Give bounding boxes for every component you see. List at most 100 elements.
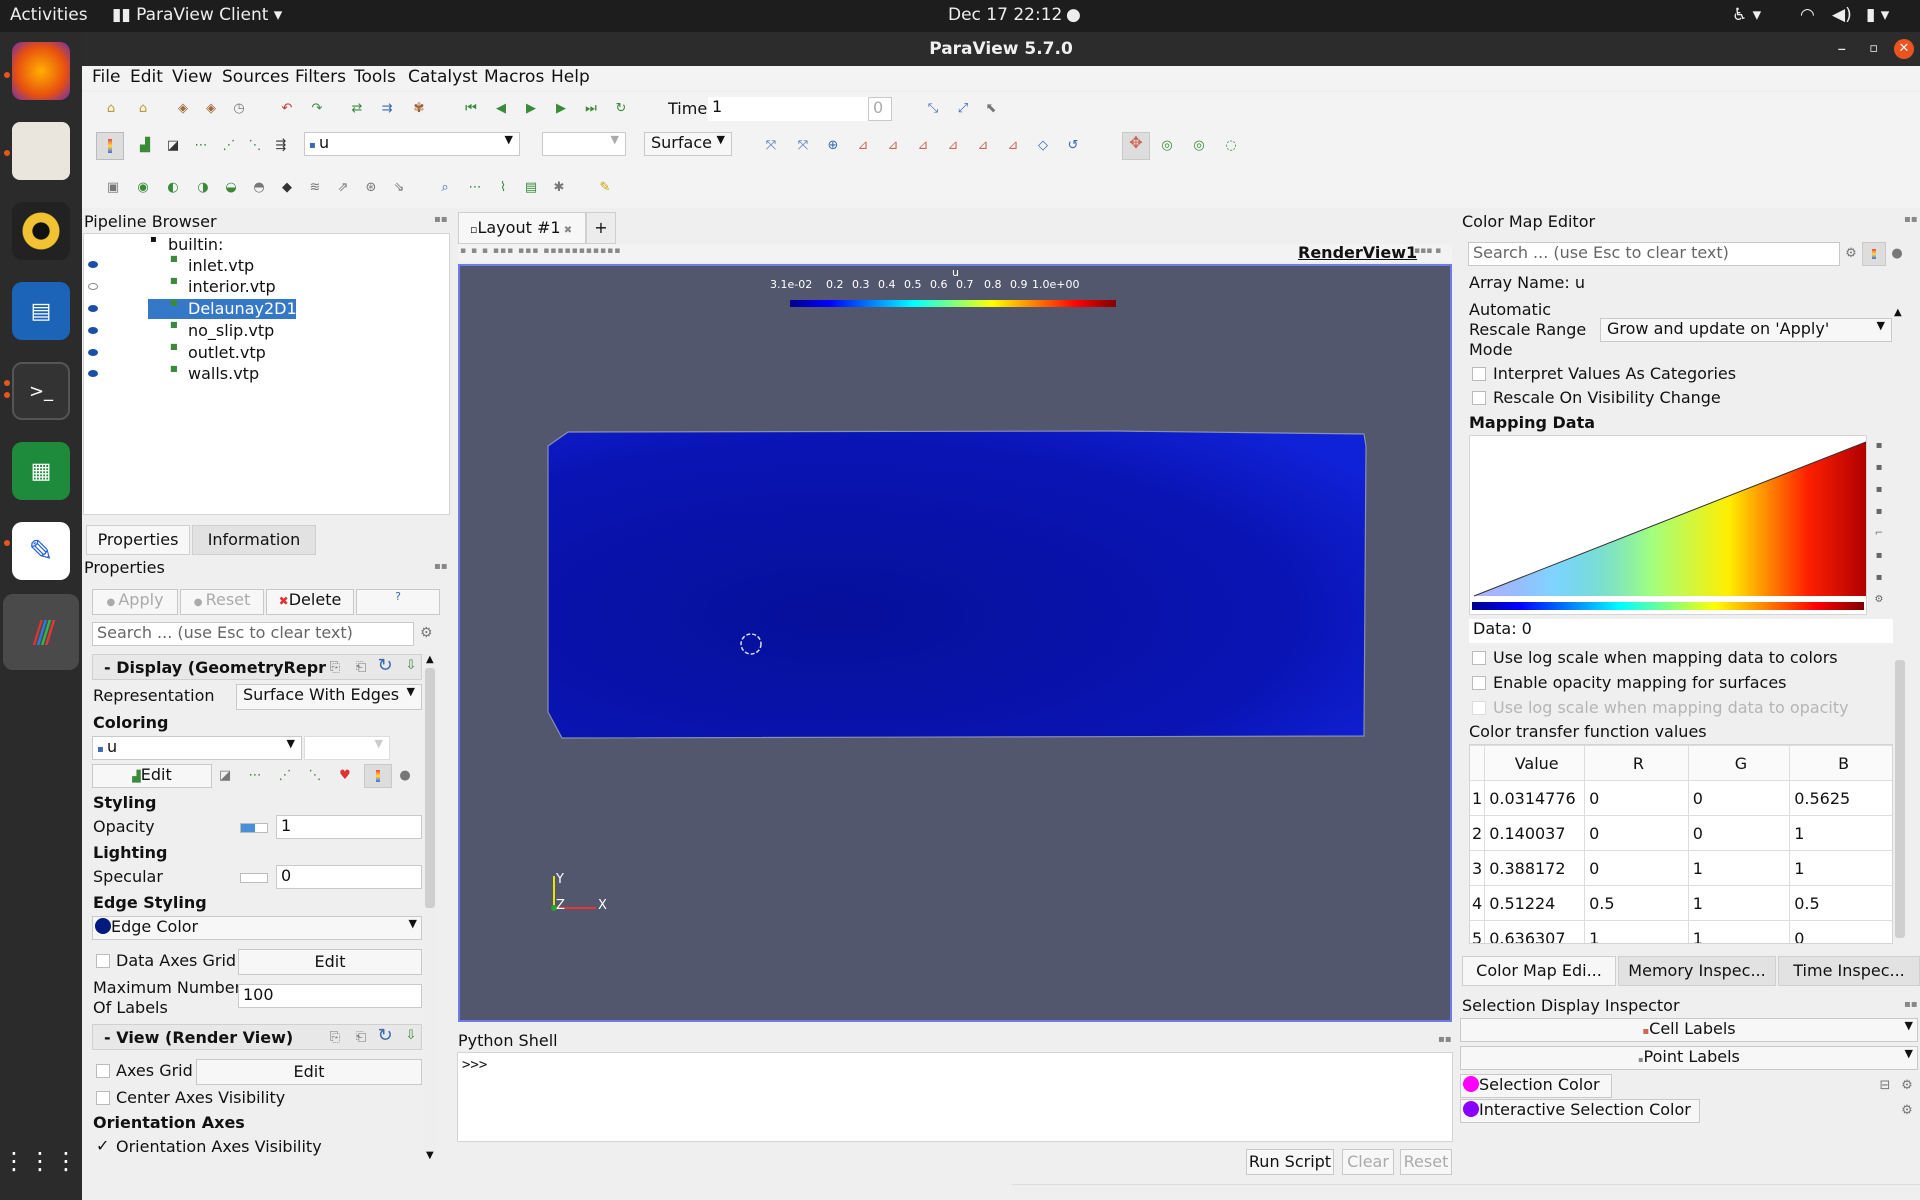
maximize-button[interactable]: ▫ [1869, 32, 1878, 66]
tab-memory-inspector[interactable]: Memory Inspec... [1618, 956, 1776, 986]
ctf-cell[interactable]: 0 [1789, 920, 1892, 943]
isometric-icon[interactable]: ◇ [1034, 138, 1052, 154]
time-field[interactable]: 1 [708, 97, 868, 121]
point-labels-button[interactable]: ▪Point Labels ▼ [1460, 1046, 1918, 1070]
pipeline-item-interior[interactable]: interior.vtp [188, 277, 276, 296]
show-legend-icon[interactable] [364, 764, 392, 788]
calculator-icon[interactable]: ▣ [104, 180, 122, 196]
visibility-eye-icon[interactable] [88, 370, 98, 377]
panel-float-icon[interactable]: ▪▪ [434, 561, 448, 572]
interactive-select-icon[interactable]: ◎ [1190, 138, 1208, 154]
close-button[interactable]: ✕ [1894, 39, 1914, 59]
pipeline-item-outlet[interactable]: outlet.vtp [188, 343, 266, 362]
last-frame-icon[interactable]: ⏭ [582, 101, 600, 117]
rhythmbox-icon[interactable] [12, 202, 70, 260]
ctf-cell[interactable]: 0 [1584, 850, 1689, 886]
visibility-eye-icon[interactable] [88, 349, 98, 356]
advanced-icon[interactable]: ● [1888, 246, 1906, 262]
menu-macros[interactable]: Macros [484, 67, 544, 87]
pipeline-item-walls[interactable]: walls.vtp [188, 364, 259, 383]
ctf-cell[interactable]: 1 [1687, 850, 1791, 886]
next-frame-icon[interactable]: ▶ [552, 101, 570, 117]
reset-icon[interactable]: ⚙ [1898, 1103, 1916, 1119]
histogram-icon[interactable]: ▤ [522, 180, 540, 196]
reset-button[interactable]: ● Reset [180, 589, 264, 615]
ctf-table-row[interactable]: 2 0.140037 0 0 1 [1470, 815, 1892, 851]
render-view[interactable]: u 3.1e-02 0.2 0.3 0.4 0.5 0.6 0.7 0.8 0.9 1.0e+00… [458, 264, 1452, 1022]
plot-selection-icon[interactable]: ⌇ [494, 180, 512, 196]
app-menu[interactable]: ▮▮ ParaView Client ▾ [112, 5, 282, 25]
axes-grid-edit-button[interactable]: Edit [196, 1059, 422, 1085]
ruler-icon[interactable]: ✎ [596, 180, 614, 196]
colormap-search-input[interactable]: Search ... (use Esc to clear text) [1468, 242, 1840, 266]
first-frame-icon[interactable]: ⏮ [462, 101, 480, 117]
component-selector[interactable]: ▼ [542, 132, 626, 156]
edge-color-button[interactable]: Edge Color ▼ [92, 916, 422, 940]
rescale-custom-icon[interactable]: ⋯ [192, 138, 210, 154]
tf-side-icons[interactable]: ▪ ▪ ▪ ▪ ⌐ ▪ ▪ ⚙ [1868, 435, 1890, 615]
interactive-selection-color-button[interactable]: Interactive Selection Color [1460, 1099, 1700, 1123]
opacity-field[interactable]: 1 [276, 815, 422, 839]
representation-selector[interactable]: Surface ▼ [644, 132, 732, 156]
data-axes-grid-edit-button[interactable]: Edit [238, 949, 422, 975]
minimize-button[interactable]: – [1838, 32, 1847, 66]
run-script-button[interactable]: Run Script [1246, 1149, 1334, 1175]
transfer-function-editor[interactable] [1469, 435, 1867, 615]
opacity-slider[interactable] [240, 823, 268, 833]
advanced-gear-icon[interactable]: ⚙ [420, 625, 433, 641]
play-icon[interactable]: ▶ [522, 101, 540, 117]
reset-shell-button[interactable]: Reset [1400, 1149, 1452, 1175]
properties-search-input[interactable]: Search ... (use Esc to clear text) [92, 622, 414, 646]
advanced-color-icon[interactable]: ● [396, 768, 414, 784]
array-selector[interactable]: ▪ u ▼ [304, 132, 520, 156]
terminal-icon[interactable]: >_ [12, 362, 70, 420]
save-default-icon[interactable]: ⇩ [402, 1028, 420, 1044]
link-icon[interactable]: ⊟ [1876, 1078, 1894, 1094]
ctf-cell[interactable]: 1 [1687, 885, 1791, 921]
pipeline-item-noslip[interactable]: no_slip.vtp [188, 321, 274, 340]
rescale-visibility-checkbox[interactable] [1472, 391, 1486, 405]
pipeline-item-delaunay[interactable]: Delaunay2D1 [188, 299, 297, 318]
scroll-up-icon[interactable]: ▲ [426, 654, 434, 665]
view-plus-x-icon[interactable]: ⊿ [854, 138, 872, 154]
select-points-icon[interactable]: ◎ [1158, 138, 1176, 154]
coloring-component-dropdown[interactable]: ▼ [304, 736, 390, 760]
center-axes-checkbox[interactable] [96, 1091, 110, 1105]
view-minus-x-icon[interactable]: ⊿ [884, 138, 902, 154]
zoom-box-icon[interactable]: ⊕ [824, 138, 842, 154]
rescale-custom-icon[interactable]: ⋯ [246, 768, 264, 784]
visibility-eye-closed-icon[interactable] [88, 283, 98, 290]
clear-button[interactable]: Clear [1342, 1149, 1394, 1175]
paste-icon[interactable]: ⎗ [352, 1030, 370, 1046]
stream-tracer-icon[interactable]: ≋ [306, 180, 324, 196]
interpret-categories-checkbox[interactable] [1472, 367, 1486, 381]
selection-color-button[interactable]: Selection Color [1460, 1074, 1612, 1098]
files-icon[interactable] [12, 122, 70, 180]
rescale-visible-icon[interactable]: ⋱ [306, 768, 324, 784]
writer-icon[interactable]: ▤ [12, 282, 70, 340]
menu-help[interactable]: Help [551, 67, 590, 87]
ctf-table-row[interactable]: 4 0.51224 0.5 1 0.5 [1470, 885, 1892, 921]
data-value-field[interactable]: Data: 0 [1469, 619, 1893, 643]
view-plus-y-icon[interactable]: ⊿ [914, 138, 932, 154]
auto-rescale-dropdown[interactable]: Grow and update on 'Apply' ▼ [1600, 318, 1892, 342]
glyph-icon[interactable]: ◆ [278, 180, 296, 196]
cell-labels-button[interactable]: ▪Cell Labels ▼ [1460, 1018, 1918, 1042]
menu-filters[interactable]: Filters [295, 67, 346, 87]
panel-float-icon[interactable]: ▪▪ [1904, 999, 1918, 1010]
apply-button[interactable]: ● Apply [92, 589, 178, 615]
ctf-cell[interactable]: 0 [1687, 780, 1791, 816]
threshold-icon[interactable]: ◒ [222, 180, 240, 196]
ctf-cell[interactable]: 1 [1687, 920, 1791, 943]
scroll-down-icon[interactable]: ▼ [426, 1150, 434, 1161]
connect-icon[interactable]: ⇄ [348, 101, 366, 117]
copy-icon[interactable]: ⎘ [326, 660, 344, 676]
view-toolbar-icons[interactable]: ▪ ▪ ▪ ▪▪▪ ▪▪▪ ▪▪▪▪▪▪▪▪▪▪▪ [460, 246, 621, 256]
ctf-cell[interactable]: 0.5 [1789, 885, 1892, 921]
visibility-eye-icon[interactable] [88, 305, 98, 312]
volume-icon[interactable]: ◀) [1832, 5, 1852, 25]
group-icon[interactable]: ⊛ [362, 180, 380, 196]
visibility-eye-icon[interactable] [88, 327, 98, 334]
hover-points-icon[interactable]: ◌ [1222, 138, 1240, 154]
rescale-temporal-icon[interactable]: ⋰ [276, 768, 294, 784]
